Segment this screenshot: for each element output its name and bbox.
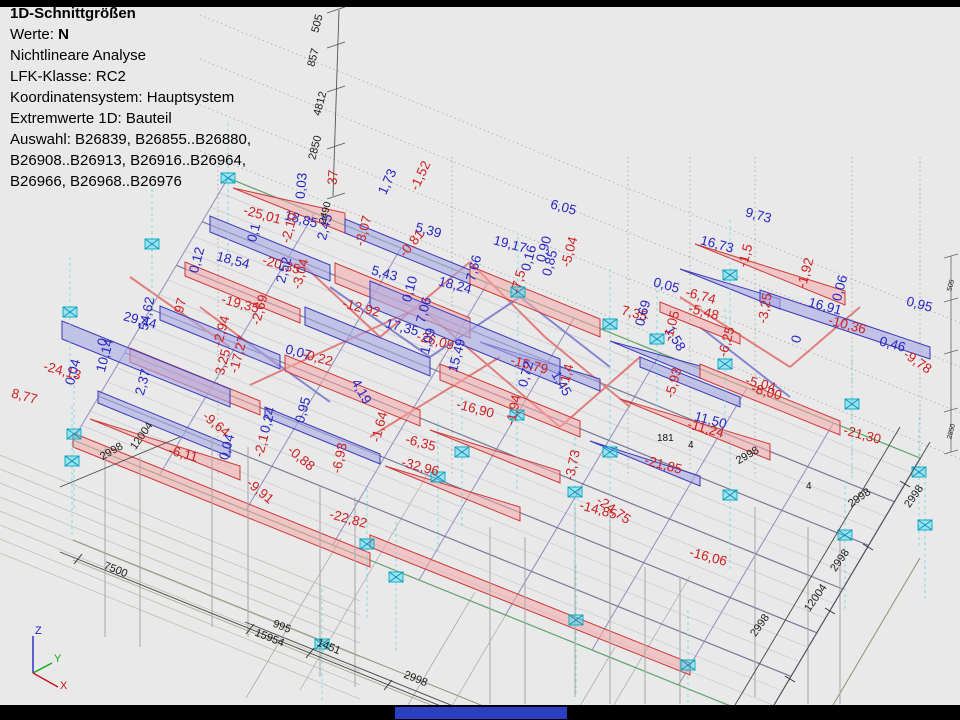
support-icon bbox=[845, 399, 859, 409]
legend-values-line: Werte: N bbox=[10, 24, 251, 45]
force-diagram-negative bbox=[233, 188, 345, 233]
support-icon bbox=[918, 520, 932, 530]
dimension-line bbox=[735, 427, 900, 705]
x-axis-label: X bbox=[60, 680, 68, 690]
force-diagram-negative bbox=[185, 262, 300, 323]
force-diagram-negative bbox=[385, 466, 520, 521]
support-icon bbox=[723, 270, 737, 280]
force-diagram-positive bbox=[265, 407, 380, 464]
force-diagram-negative bbox=[660, 302, 740, 344]
dimension-line bbox=[245, 622, 540, 705]
support-icon bbox=[67, 429, 81, 439]
support-icon bbox=[63, 307, 77, 317]
legend-line: Nichtlineare Analyse bbox=[10, 45, 251, 66]
construction-line bbox=[200, 15, 960, 323]
support-icon bbox=[603, 447, 617, 457]
ground-line bbox=[380, 592, 475, 705]
legend-title: 1D-Schnittgrößen bbox=[10, 3, 251, 24]
support-icon bbox=[431, 472, 445, 482]
support-icon bbox=[718, 359, 732, 369]
support-icon bbox=[65, 456, 79, 466]
dimension-tick bbox=[900, 481, 910, 487]
dimension-line bbox=[60, 552, 500, 705]
force-diagram-negative bbox=[430, 430, 560, 483]
y-axis-label: Y bbox=[54, 653, 62, 665]
application-screen: 0,03371,73-1,525,396,0519,17-3,07-0,812,… bbox=[0, 0, 960, 720]
ground-line bbox=[246, 538, 341, 698]
info-lines: Nichtlineare AnalyseLFK-Klasse: RC2Koord… bbox=[10, 45, 251, 192]
dimension-tick bbox=[327, 143, 345, 149]
legend-line: Koordinatensystem: Hauptsystem bbox=[10, 87, 251, 108]
dimension-tick bbox=[327, 193, 345, 199]
support-icon bbox=[145, 239, 159, 249]
support-icon bbox=[511, 287, 525, 297]
force-diagram-negative bbox=[620, 399, 770, 460]
z-axis-label: Z bbox=[35, 625, 42, 637]
support-icon bbox=[360, 539, 374, 549]
support-icon bbox=[510, 410, 524, 420]
legend-line: B26966, B26968..B26976 bbox=[10, 171, 251, 192]
support-icon bbox=[568, 487, 582, 497]
legend-value-type: N bbox=[58, 26, 69, 43]
support-icon bbox=[681, 660, 695, 670]
y-axis bbox=[33, 663, 52, 673]
legend-line: Extremwerte 1D: Bauteil bbox=[10, 108, 251, 129]
support-icon bbox=[603, 319, 617, 329]
floor-line bbox=[0, 469, 360, 615]
ground-edge bbox=[765, 558, 920, 705]
legend-line: LFK-Klasse: RC2 bbox=[10, 66, 251, 87]
dimension-tick bbox=[327, 42, 345, 48]
force-diagram-negative bbox=[285, 355, 420, 426]
coordinate-axes-triad: Z Y X bbox=[18, 620, 88, 690]
construction-line bbox=[200, 151, 960, 459]
support-icon bbox=[723, 490, 737, 500]
force-diagram-negative bbox=[370, 535, 690, 675]
support-icon bbox=[389, 572, 403, 582]
ground-line bbox=[520, 647, 615, 705]
dimension-line bbox=[333, 10, 339, 196]
support-icon bbox=[455, 447, 469, 457]
dimension-tick bbox=[327, 7, 345, 13]
support-icon bbox=[315, 639, 329, 649]
legend-block: 1D-Schnittgrößen Werte: N Nichtlineare A… bbox=[10, 3, 251, 192]
floor-line bbox=[0, 483, 360, 629]
force-diagram-positive bbox=[160, 306, 280, 369]
x-axis bbox=[33, 673, 58, 687]
legend-line: Auswahl: B26839, B26855..B26880, bbox=[10, 129, 251, 150]
support-icon bbox=[569, 615, 583, 625]
taskbar-fragment bbox=[395, 707, 567, 719]
support-icon bbox=[838, 530, 852, 540]
dimension-tick bbox=[825, 608, 835, 614]
support-icon bbox=[650, 334, 664, 344]
legend-line: B26908..B26913, B26916..B26964, bbox=[10, 150, 251, 171]
